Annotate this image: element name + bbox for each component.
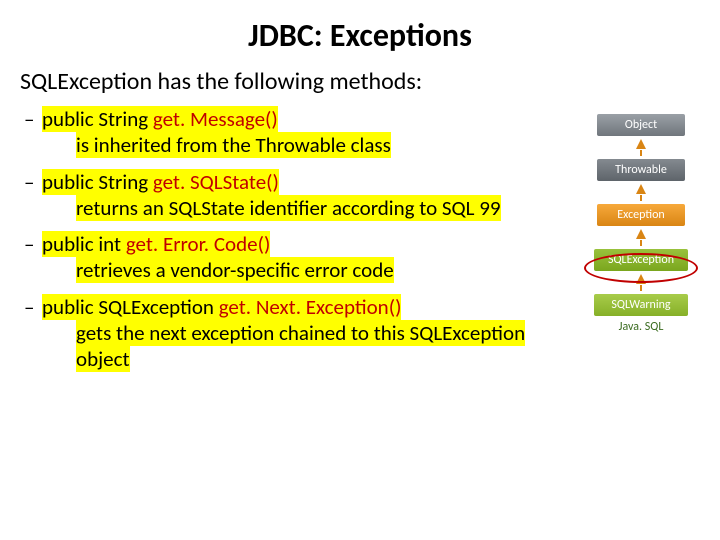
hierarchy-node: Throwable <box>597 159 685 181</box>
method-name: get. Message() <box>153 106 278 132</box>
sig-prefix: public String <box>42 169 153 195</box>
method-signature: public String get. SQLState() <box>42 169 279 195</box>
arrow-stem-icon <box>640 240 642 246</box>
hierarchy-node: Object <box>597 114 685 136</box>
method-desc: is inherited from the Throwable class <box>76 132 391 158</box>
method-desc: gets the next exception chained to this … <box>76 320 525 372</box>
arrow-up-icon <box>636 184 646 194</box>
diagram-caption: Java. SQL <box>582 320 700 334</box>
content-row: – public String get. Message() is inheri… <box>20 106 700 382</box>
arrow-stem-icon <box>640 195 642 201</box>
method-signature: public SQLException get. Next. Exception… <box>42 294 401 320</box>
bullet-dash-icon: – <box>24 169 34 195</box>
arrow-up-icon <box>636 274 646 284</box>
method-item: – public String get. SQLState() returns … <box>42 169 572 222</box>
method-signature: public String get. Message() <box>42 106 278 132</box>
method-desc: returns an SQLState identifier according… <box>76 195 501 221</box>
slide-title: JDBC: Exceptions <box>20 16 700 55</box>
method-name: get. SQLState() <box>153 169 279 195</box>
class-hierarchy-diagram: Object Throwable Exception SQLException … <box>582 106 700 382</box>
method-desc: retrieves a vendor-specific error code <box>76 257 394 283</box>
arrow-stem-icon <box>640 150 642 156</box>
hierarchy-node: SQLException <box>594 249 688 271</box>
slide-subtitle: SQLException has the following methods: <box>20 67 700 96</box>
arrow-up-icon <box>636 139 646 149</box>
sig-prefix: public String <box>42 106 153 132</box>
methods-list: – public String get. Message() is inheri… <box>20 106 572 382</box>
method-item: – public int get. Error. Code() retrieve… <box>42 231 572 284</box>
sig-prefix: public int <box>42 231 126 257</box>
hierarchy-node: Exception <box>597 204 685 226</box>
bullet-dash-icon: – <box>24 106 34 132</box>
method-item: – public String get. Message() is inheri… <box>42 106 572 159</box>
arrow-up-icon <box>636 229 646 239</box>
arrow-stem-icon <box>640 285 642 291</box>
method-name: get. Next. Exception() <box>219 294 402 320</box>
bullet-dash-icon: – <box>24 231 34 257</box>
method-signature: public int get. Error. Code() <box>42 231 270 257</box>
hierarchy-node: SQLWarning <box>594 294 688 316</box>
method-name: get. Error. Code() <box>126 231 271 257</box>
bullet-dash-icon: – <box>24 294 34 320</box>
method-item: – public SQLException get. Next. Excepti… <box>42 294 572 373</box>
slide: JDBC: Exceptions SQLException has the fo… <box>0 0 720 540</box>
sig-prefix: public SQLException <box>42 294 219 320</box>
